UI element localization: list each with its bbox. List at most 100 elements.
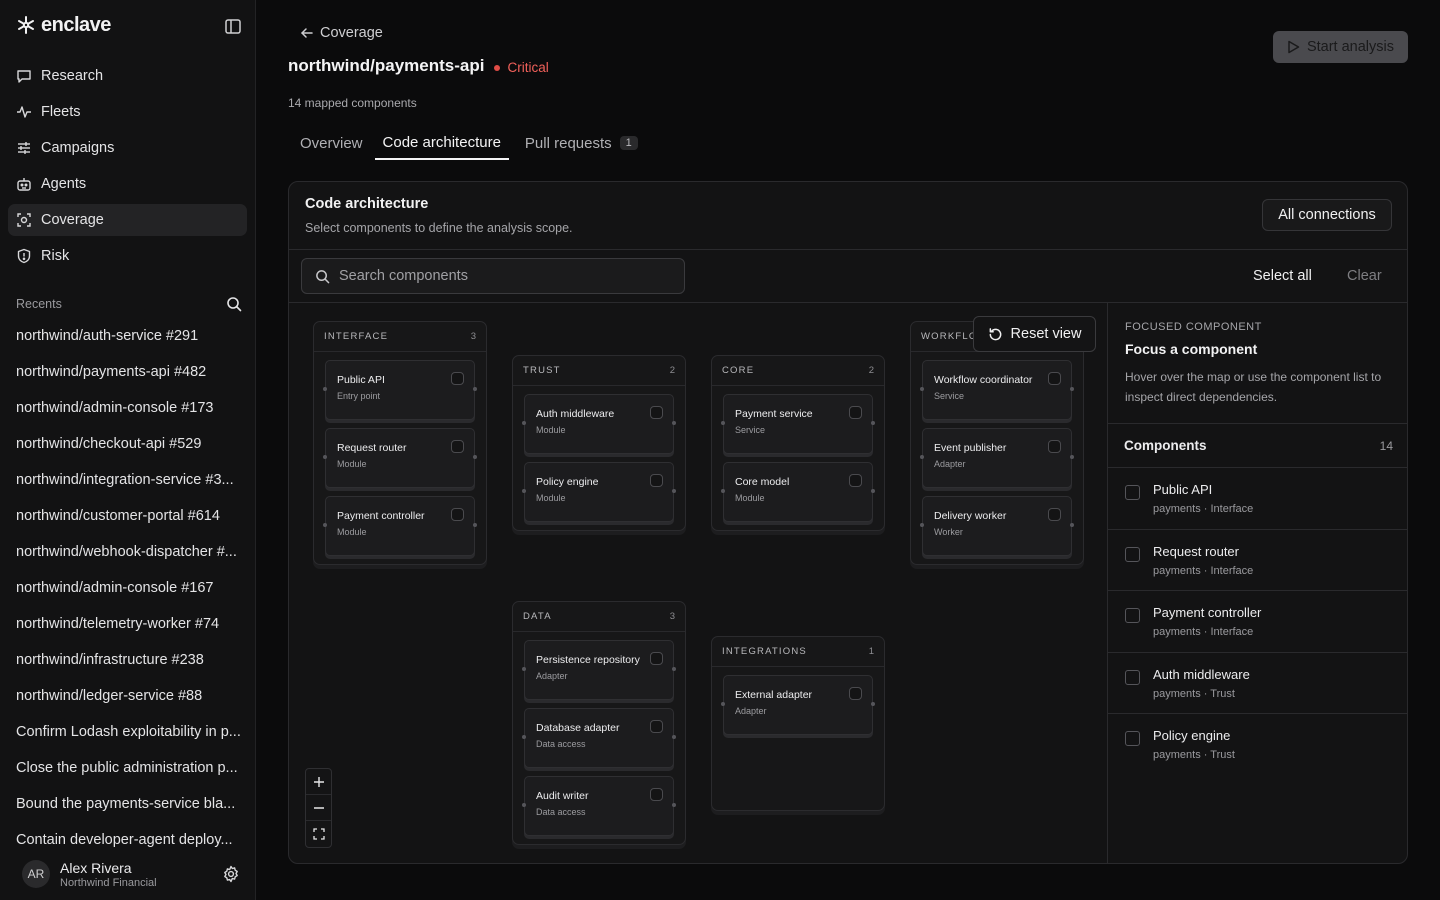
component-checkbox[interactable]: [1125, 546, 1140, 562]
node-audit-writer[interactable]: Audit writer Data access: [522, 776, 676, 836]
node-checkbox[interactable]: [1048, 440, 1061, 453]
node-checkbox[interactable]: [650, 652, 663, 665]
recent-item[interactable]: northwind/webhook-dispatcher #...: [16, 534, 240, 570]
recent-item[interactable]: northwind/auth-service #291: [16, 318, 240, 354]
node-checkbox[interactable]: [849, 406, 862, 419]
select-all-button[interactable]: Select all: [1253, 268, 1312, 284]
component-checkbox[interactable]: [1125, 485, 1140, 500]
node-auth-middleware[interactable]: Auth middleware Module: [522, 394, 676, 454]
list-item[interactable]: Policy engine payments · Trust: [1108, 714, 1407, 776]
user-profile[interactable]: AR Alex Rivera Northwind Financial: [16, 852, 244, 896]
node-checkbox[interactable]: [849, 474, 862, 487]
tab-pull-requests[interactable]: Pull requests 1: [513, 126, 650, 160]
search-input[interactable]: [339, 268, 659, 284]
group-count: 3: [470, 331, 476, 342]
group-name: INTERFACE: [324, 331, 389, 342]
node-type: Module: [536, 425, 566, 435]
component-checkbox[interactable]: [1125, 608, 1140, 623]
tab-label: Code architecture: [382, 133, 501, 151]
list-item[interactable]: Public API payments · Interface: [1108, 468, 1407, 530]
tab-count-badge: 1: [619, 136, 638, 150]
node-checkbox[interactable]: [451, 372, 464, 385]
sidebar: enclave Research Fleets Campaigns Agents…: [0, 0, 256, 900]
list-item[interactable]: Payment controller payments · Interface: [1108, 591, 1407, 653]
port-right: [473, 387, 477, 391]
recent-item[interactable]: northwind/ledger-service #88: [16, 678, 240, 714]
clear-button[interactable]: Clear: [1347, 268, 1382, 284]
recent-item[interactable]: northwind/admin-console #173: [16, 390, 240, 426]
recent-item[interactable]: Close the public administration p...: [16, 750, 240, 786]
group-name: CORE: [722, 365, 755, 376]
mapped-count: 14 mapped components: [288, 96, 417, 110]
node-payment-service[interactable]: Payment service Service: [721, 394, 875, 454]
back-link[interactable]: Coverage: [300, 22, 383, 44]
recent-item[interactable]: northwind/payments-api #482: [16, 354, 240, 390]
fit-view-icon[interactable]: [306, 821, 331, 847]
panel-subtitle: Select components to define the analysis…: [305, 221, 573, 235]
node-request-router[interactable]: Request router Module: [323, 428, 477, 488]
reset-view-button[interactable]: Reset view: [973, 316, 1096, 352]
nav-item-fleets[interactable]: Fleets: [8, 96, 247, 128]
node-event-publisher[interactable]: Event publisher Adapter: [920, 428, 1074, 488]
component-checkbox[interactable]: [1125, 669, 1140, 685]
component-checkbox[interactable]: [1125, 731, 1140, 746]
group-name: DATA: [523, 611, 552, 622]
zoom-in-icon[interactable]: [306, 769, 331, 795]
nav-item-label: Campaigns: [41, 140, 115, 156]
focus-title: Focus a component: [1125, 341, 1258, 357]
group-name: INTEGRATIONS: [722, 646, 807, 657]
node-payment-controller[interactable]: Payment controller Module: [323, 496, 477, 556]
node-core-model[interactable]: Core model Module: [721, 462, 875, 522]
node-public-api[interactable]: Public API Entry point: [323, 360, 477, 420]
recent-item[interactable]: northwind/infrastructure #238: [16, 642, 240, 678]
node-type: Module: [536, 493, 566, 503]
port-right: [473, 455, 477, 459]
tab-overview[interactable]: Overview: [288, 126, 375, 160]
node-checkbox[interactable]: [650, 788, 663, 801]
recent-item[interactable]: northwind/telemetry-worker #74: [16, 606, 240, 642]
nav-item-research[interactable]: Research: [8, 60, 247, 92]
search-components[interactable]: [301, 258, 685, 294]
port-left: [323, 523, 327, 527]
node-delivery-worker[interactable]: Delivery worker Worker: [920, 496, 1074, 556]
nav-item-coverage[interactable]: Coverage: [8, 204, 247, 236]
node-checkbox[interactable]: [1048, 508, 1061, 521]
recent-item[interactable]: northwind/admin-console #167: [16, 570, 240, 606]
architecture-canvas[interactable]: INTERFACE 3 Public API Entry point Reque…: [289, 303, 1107, 863]
node-policy-engine[interactable]: Policy engine Module: [522, 462, 676, 522]
recent-item[interactable]: northwind/checkout-api #529: [16, 426, 240, 462]
search-icon[interactable]: [226, 296, 242, 312]
list-item[interactable]: Auth middleware payments · Trust: [1108, 653, 1407, 714]
recent-item[interactable]: Bound the payments-service bla...: [16, 786, 240, 822]
nav-item-risk[interactable]: Risk: [8, 240, 247, 272]
tab-code-architecture[interactable]: Code architecture: [374, 126, 509, 160]
node-workflow-coordinator[interactable]: Workflow coordinator Service: [920, 360, 1074, 420]
zoom-out-icon[interactable]: [306, 795, 331, 821]
recent-item[interactable]: Confirm Lodash exploitability in p...: [16, 714, 240, 750]
recent-item[interactable]: northwind/integration-service #3...: [16, 462, 240, 498]
node-checkbox[interactable]: [650, 474, 663, 487]
node-checkbox[interactable]: [451, 440, 464, 453]
start-analysis-button[interactable]: Start analysis: [1273, 31, 1408, 63]
node-checkbox[interactable]: [451, 508, 464, 521]
component-meta: Payment controller payments · Interface: [1153, 605, 1261, 638]
recent-item[interactable]: northwind/customer-portal #614: [16, 498, 240, 534]
node-checkbox[interactable]: [1048, 372, 1061, 385]
node-persistence-repository[interactable]: Persistence repository Adapter: [522, 640, 676, 700]
app-logo[interactable]: enclave: [16, 12, 111, 38]
sidebar-toggle-icon[interactable]: [222, 16, 244, 36]
port-left: [522, 803, 526, 807]
nav-item-agents[interactable]: Agents: [8, 168, 247, 200]
all-connections-button[interactable]: All connections: [1262, 199, 1392, 231]
node-checkbox[interactable]: [650, 406, 663, 419]
list-item[interactable]: Request router payments · Interface: [1108, 530, 1407, 591]
nav-item-campaigns[interactable]: Campaigns: [8, 132, 247, 164]
gear-icon[interactable]: [222, 865, 240, 883]
node-database-adapter[interactable]: Database adapter Data access: [522, 708, 676, 768]
component-sub: payments · Interface: [1153, 626, 1254, 638]
node-checkbox[interactable]: [849, 687, 862, 700]
node-checkbox[interactable]: [650, 720, 663, 733]
node-external-adapter[interactable]: External adapter Adapter: [721, 675, 875, 735]
focus-description: Hover over the map or use the component …: [1125, 370, 1382, 404]
group-count: 2: [669, 365, 675, 376]
